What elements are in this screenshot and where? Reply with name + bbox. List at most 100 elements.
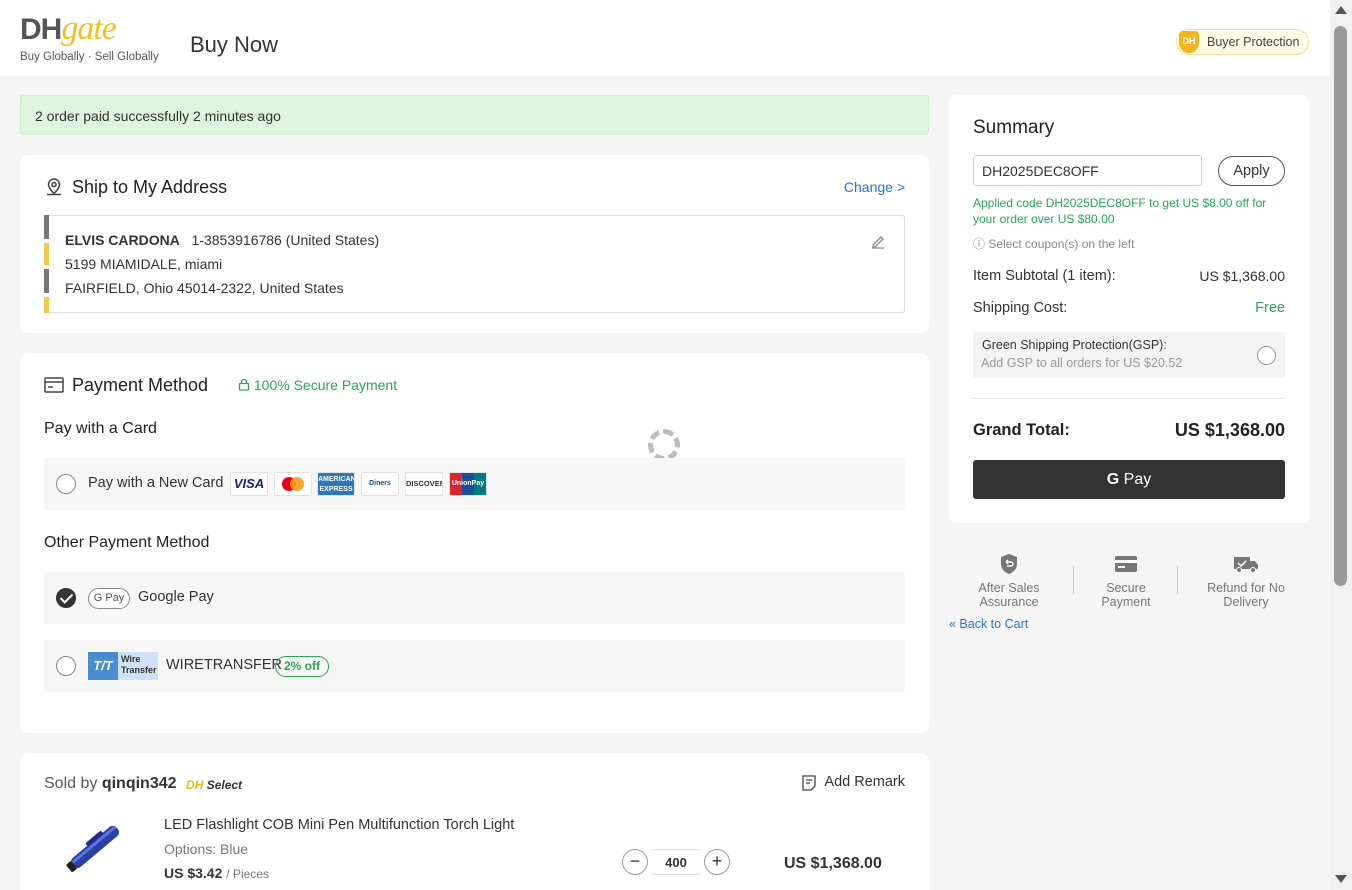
shipping-row: Shipping Cost: Free [973,300,1285,316]
summary-title: Summary [973,117,1055,138]
coupon-code-input[interactable] [973,155,1202,186]
grand-total-label: Grand Total: [973,421,1070,439]
quantity-input[interactable]: 400 [652,849,700,875]
product-name-link[interactable]: LED Flashlight COB Mini Pen Multifunctio… [164,817,514,833]
lock-icon [238,378,250,391]
gsp-radio[interactable] [1257,346,1276,365]
product-options: Options: Blue [164,841,249,857]
google-pay-logo-icon: G Pay [88,588,130,609]
scroll-down-arrow-icon[interactable] [1335,875,1347,883]
dh-select-text: Select [206,778,243,792]
logo-gate: gate [61,10,117,47]
subtotal-label: Item Subtotal (1 item): [973,268,1116,284]
add-remark-button[interactable]: Add Remark [800,774,905,791]
address-line-2: FAIRFIELD, Ohio 45014-2322, United State… [65,280,344,296]
product-unit-price: US $3.42 / Pieces [164,865,269,881]
discover-logo-icon: DISCOVER [405,472,443,496]
order-summary-card: Summary Apply Applied code DH2025DEC8OFF… [949,95,1309,523]
logo-tagline: Buy Globally · Sell Globally [20,51,159,63]
seller-name-link[interactable]: qinqin342 [102,775,177,792]
recipient-phone: 1-3853916786 (United States) [191,232,380,248]
secure-payment-assurance: Secure Payment [1088,553,1164,609]
visa-logo-icon: VISA [230,472,268,496]
subtotal-row: Item Subtotal (1 item): US $1,368.00 [973,268,1285,284]
assurance-divider [1073,566,1074,594]
quantity-stepper: − 400 + [622,849,730,877]
google-pay-button[interactable]: G Pay [973,460,1285,499]
refund-line2: Delivery [1223,595,1269,609]
increase-quantity-button[interactable]: + [704,849,730,875]
sold-by-prefix: Sold by [44,775,98,792]
google-pay-radio[interactable] [56,588,76,608]
mastercard-logo-icon [274,472,312,496]
google-pay-button-label: Pay [1123,471,1152,488]
buyer-protection-icon: DH [1179,31,1199,53]
buyer-protection-label: Buyer Protection [1207,35,1300,49]
after-sales-line1: After Sales [978,581,1040,595]
shipping-label: Shipping Cost: [973,300,1068,316]
wire-transfer-option[interactable]: T/T Wire Transfer WIRETRANSFER 2% off [44,640,905,692]
scrollbar[interactable] [1330,0,1352,890]
pay-with-card-heading: Pay with a Card [44,420,157,437]
loading-spinner-icon [648,429,680,461]
new-card-radio[interactable] [56,474,76,494]
select-coupon-hint: ⓘ Select coupon(s) on the left [973,237,1135,251]
google-pay-label: Google Pay [138,589,214,605]
secure-payment-line2: Payment [1101,595,1151,609]
back-to-cart-link[interactable]: « Back to Cart [949,617,1028,631]
sold-by-line: Sold by qinqin342 [44,775,177,793]
product-thumbnail[interactable] [60,817,130,877]
ship-section-title: Ship to My Address [72,177,228,197]
address-name-line: ELVIS CARDONA 1-3853916786 (United State… [65,232,379,248]
buyer-protection-badge[interactable]: DH Buyer Protection [1176,29,1310,55]
secure-payment-line1: Secure [1106,581,1146,595]
shield-return-icon [1001,554,1017,574]
dhgate-logo[interactable]: DHgate Buy Globally · Sell Globally [20,10,160,68]
after-sales-assurance: After Sales Assurance [966,553,1052,609]
refund-no-delivery-assurance: Refund for No Delivery [1196,553,1296,609]
secure-payment-label: 100% Secure Payment [253,377,398,393]
new-card-label: Pay with a New Card [88,475,224,491]
secure-payment-note: 100% Secure Payment [238,377,397,393]
apply-coupon-button[interactable]: Apply [1218,156,1285,186]
payment-section-title: Payment Method [72,375,209,395]
summary-divider [973,398,1285,399]
dh-select-dh: DH [186,778,204,792]
wire-transfer-logo-icon: T/T Wire Transfer [88,652,158,680]
shipping-value: Free [1255,300,1285,316]
grand-total-value: US $1,368.00 [1174,420,1285,440]
gsp-option[interactable]: Green Shipping Protection(GSP): Add GSP … [973,332,1285,378]
add-remark-label: Add Remark [824,774,905,790]
wire-transfer-mark: Wire Transfer [121,654,157,675]
scroll-up-arrow-icon[interactable] [1335,6,1347,14]
edit-icon[interactable] [870,234,886,250]
truck-check-icon [1234,557,1258,573]
decrease-quantity-button[interactable]: − [622,849,648,875]
tt-mark: T/T [88,652,118,680]
page-header: DHgate Buy Globally · Sell Globally Buy … [0,0,1330,76]
page-title: Buy Now [190,32,279,57]
pay-new-card-option[interactable]: Pay with a New Card VISA AMERICAN EXPRES… [44,458,905,510]
change-address-link[interactable]: Change > [844,179,905,195]
location-pin-icon [47,178,61,196]
subtotal-value: US $1,368.00 [1199,268,1285,284]
coupon-applied-message: Applied code DH2025DEC8OFF to get US $8.… [973,196,1267,226]
address-line-1: 5199 MIAMIDALE, miami [65,256,223,272]
payment-method-card: Payment Method 100% Secure Payment Pay w… [20,353,929,733]
refund-line1: Refund for No [1207,581,1285,595]
payment-card-icon [44,377,64,393]
google-pay-option[interactable]: G Pay Google Pay [44,572,905,624]
ship-address-card: Ship to My Address Change > ELVIS CARDON… [20,155,929,333]
other-payment-heading: Other Payment Method [44,534,210,551]
wire-transfer-label: WIRETRANSFER [166,657,282,673]
gsp-title: Green Shipping Protection(GSP): [982,338,1167,352]
recipient-name: ELVIS CARDONA [65,232,180,248]
wire-transfer-radio[interactable] [56,656,76,676]
assurance-divider [1177,566,1178,594]
gsp-subtitle: Add GSP to all orders for US $20.52 [981,356,1183,370]
logo-dh: DH [20,13,62,46]
amex-logo-icon: AMERICAN EXPRESS [317,472,355,496]
address-box: ELVIS CARDONA 1-3853916786 (United State… [44,215,905,313]
seller-order-card: Sold by qinqin342 DH Select Add Remark L… [20,753,929,890]
scroll-thumb[interactable] [1334,26,1347,586]
